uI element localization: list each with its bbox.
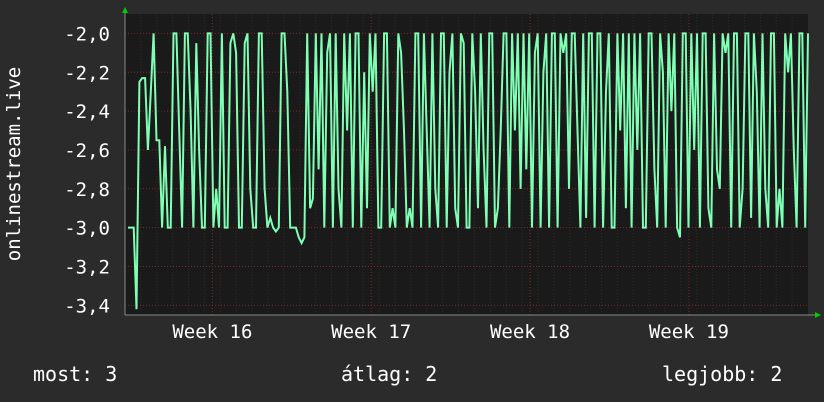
current-value: most: 3 — [33, 362, 118, 386]
y-tick-label: -2,6 — [64, 140, 110, 162]
average-value: átlag: 2 — [341, 362, 438, 386]
x-tick-label: Week 18 — [490, 321, 570, 343]
x-axis-arrow-icon — [815, 312, 821, 318]
x-tick-label: Week 19 — [649, 321, 729, 343]
y-tick-label: -2,4 — [64, 101, 110, 123]
y-tick-label: -2,0 — [64, 23, 110, 45]
y-tick-label: -3,4 — [64, 295, 110, 317]
x-tick-label: Week 16 — [172, 321, 252, 343]
y-tick-label: -2,2 — [64, 62, 110, 84]
x-tick-label: Week 17 — [331, 321, 411, 343]
x-axis: Week 16 Week 17 Week 18 Week 19 — [172, 321, 729, 343]
y-axis-title: onlinestream.live — [3, 67, 25, 261]
y-axis-arrow-icon — [122, 7, 128, 13]
y-tick-label: -3,0 — [64, 218, 110, 240]
y-axis: -2,0 -2,2 -2,4 -2,6 -2,8 -3,0 -3,2 -3,4 — [64, 23, 110, 317]
y-tick-label: -2,8 — [64, 179, 110, 201]
best-value: legjobb: 2 — [662, 362, 783, 386]
line-chart: -2,0 -2,2 -2,4 -2,6 -2,8 -3,0 -3,2 -3,4 Week 16… — [3, 7, 821, 343]
y-tick-label: -3,2 — [64, 256, 110, 278]
